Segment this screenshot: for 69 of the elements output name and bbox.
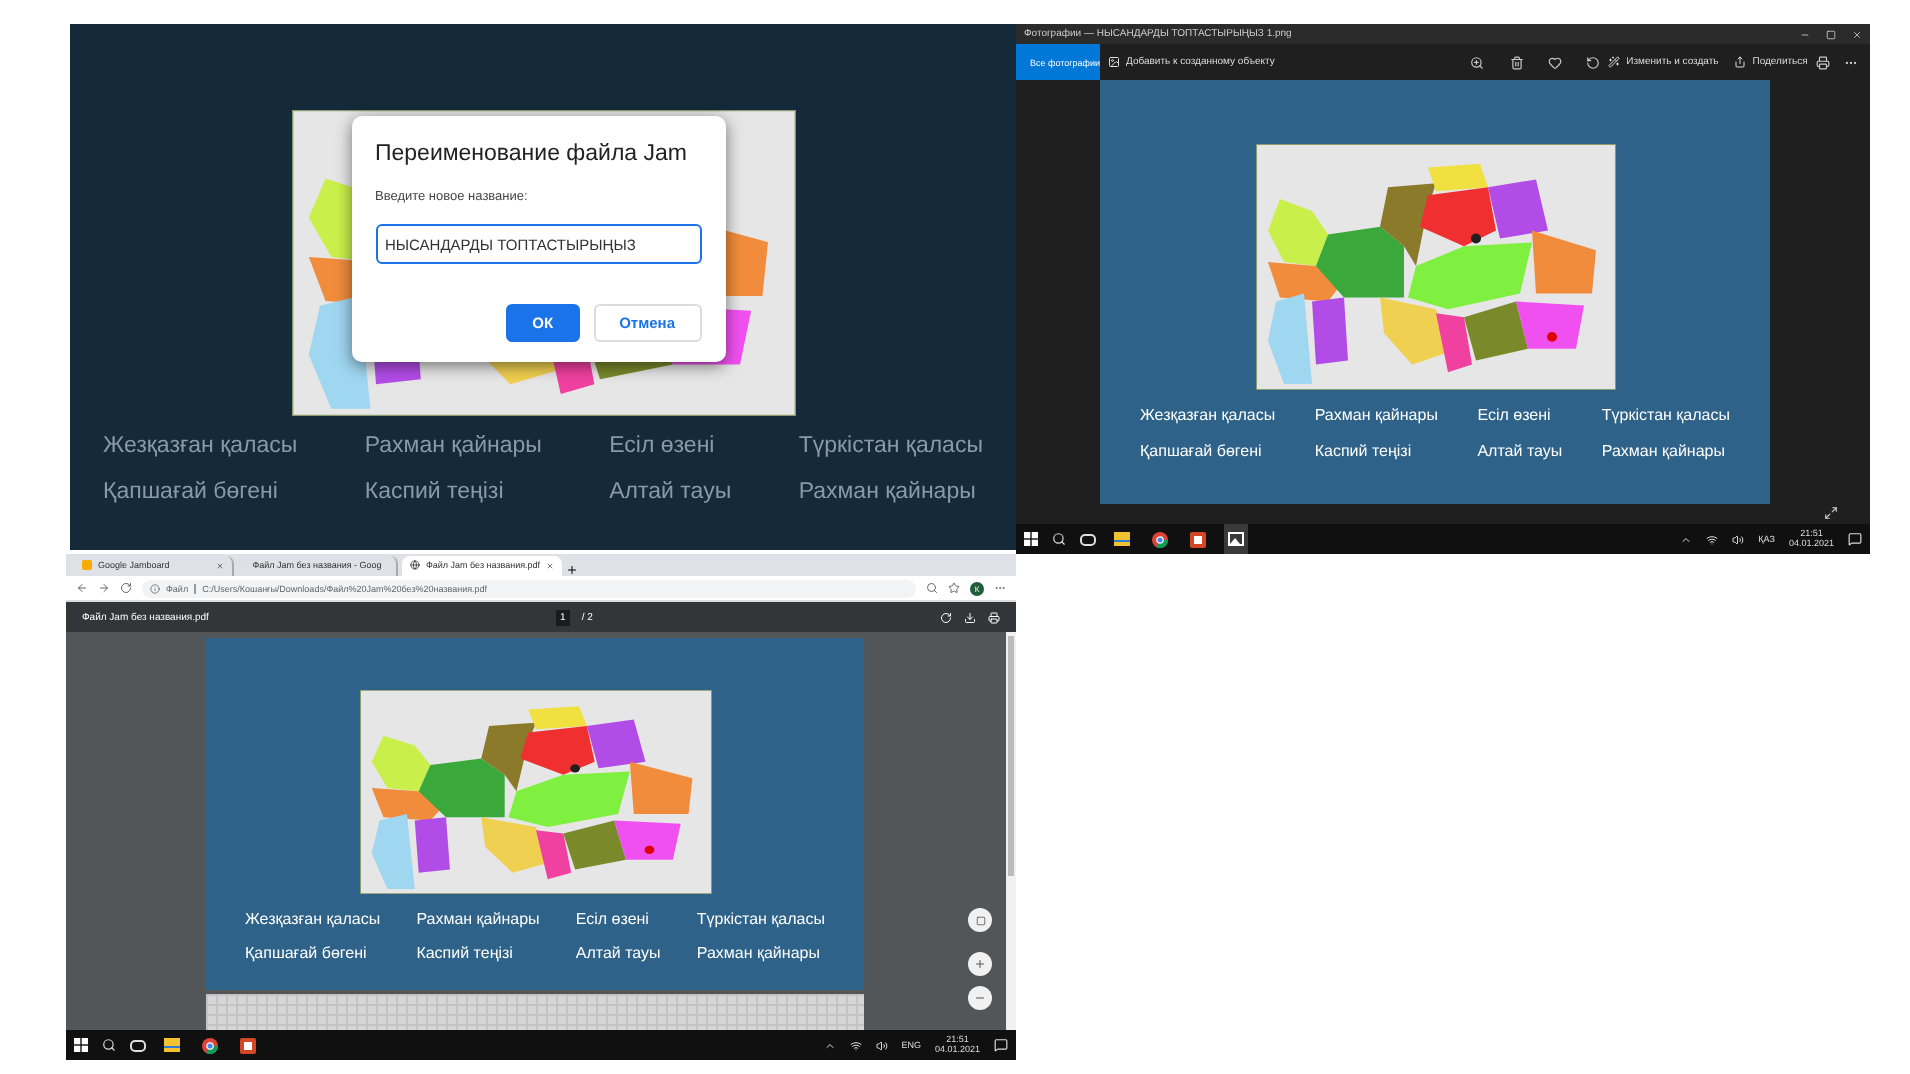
notification-icon[interactable] <box>1848 532 1862 546</box>
square-icon <box>975 915 985 925</box>
star-icon[interactable] <box>948 582 960 595</box>
task-view-icon[interactable] <box>130 1039 146 1051</box>
place-label[interactable]: Каспий теңізі <box>416 944 540 962</box>
round-app-icon[interactable] <box>202 1037 218 1053</box>
image-icon <box>1108 56 1120 68</box>
rotate-icon[interactable] <box>1586 55 1601 69</box>
presentation-app-icon[interactable] <box>240 1037 256 1053</box>
place-label[interactable]: Қапшағай бөгені <box>245 944 381 962</box>
fit-page-button[interactable] <box>968 908 992 932</box>
wand-icon <box>1608 56 1621 68</box>
place-label[interactable]: Рахман қайнары <box>416 910 540 928</box>
place-label[interactable]: Түркістан қаласы <box>696 910 825 928</box>
close-icon[interactable] <box>546 561 554 570</box>
photos-app-icon[interactable] <box>1228 532 1244 546</box>
place-label[interactable]: Қапшағай бөгені <box>103 480 298 504</box>
round-app-icon[interactable] <box>1152 531 1168 547</box>
share-icon <box>1734 56 1747 68</box>
heart-icon[interactable] <box>1547 55 1562 69</box>
place-label[interactable]: Рахман қайнары <box>1314 406 1438 424</box>
windows-icon[interactable] <box>74 1038 88 1052</box>
place-label[interactable]: Есіл өзені <box>609 434 732 458</box>
place-label[interactable]: Жезқазған қаласы <box>245 910 381 928</box>
print-icon[interactable] <box>1815 55 1830 69</box>
chevron-up-icon[interactable] <box>1680 533 1693 545</box>
place-label[interactable]: Каспий теңізі <box>364 480 542 504</box>
place-label[interactable]: Түркістан қаласы <box>1601 406 1730 424</box>
expand-icon[interactable] <box>1824 506 1838 520</box>
trash-icon[interactable] <box>1509 55 1524 69</box>
notification-icon[interactable] <box>994 1038 1008 1052</box>
zoom-in-icon[interactable] <box>1470 55 1485 69</box>
globe-icon <box>410 560 420 571</box>
volume-icon[interactable] <box>1732 533 1745 545</box>
place-label[interactable]: Жезқазған қаласы <box>1140 406 1276 424</box>
place-label[interactable]: Рахман қайнары <box>1601 442 1730 460</box>
place-label[interactable]: Каспий теңізі <box>1314 442 1438 460</box>
place-label[interactable]: Түркістан қаласы <box>798 434 983 458</box>
print-icon[interactable] <box>988 611 1000 624</box>
presentation-app-icon[interactable] <box>1190 531 1206 547</box>
dialog-title: Переименование файла Jam <box>375 140 687 168</box>
place-label[interactable]: Жезқазған қаласы <box>103 434 298 458</box>
place-label[interactable]: Қапшағай бөгені <box>1140 442 1276 460</box>
place-label[interactable]: Алтай тауы <box>575 944 661 962</box>
minus-icon <box>974 992 986 1004</box>
task-view-icon[interactable] <box>1080 533 1096 545</box>
windows-icon[interactable] <box>1024 532 1038 546</box>
place-label[interactable]: Рахман қайнары <box>364 434 542 458</box>
place-label[interactable]: Есіл өзені <box>1477 406 1563 424</box>
folder-icon[interactable] <box>1114 532 1130 546</box>
minimize-icon[interactable] <box>1800 29 1810 39</box>
volume-icon[interactable] <box>875 1039 888 1051</box>
place-label[interactable]: Есіл өзені <box>575 910 661 928</box>
place-label[interactable]: Алтай тауы <box>1477 442 1563 460</box>
place-label[interactable]: Алтай тауы <box>609 480 732 504</box>
network-icon[interactable] <box>1706 533 1719 545</box>
place-label[interactable]: Рахман қайнары <box>696 944 825 962</box>
place-label[interactable]: Рахман қайнары <box>798 480 983 504</box>
zoom-out-button[interactable] <box>968 986 992 1010</box>
chevron-up-icon[interactable] <box>823 1039 836 1051</box>
maximize-icon[interactable] <box>1826 29 1836 39</box>
back-icon[interactable] <box>76 582 88 595</box>
folder-icon[interactable] <box>164 1038 180 1052</box>
download-icon[interactable] <box>964 611 976 624</box>
plus-icon <box>974 958 986 970</box>
zoom-in-button[interactable] <box>968 952 992 976</box>
new-tab-icon[interactable] <box>566 563 578 576</box>
network-icon[interactable] <box>849 1039 862 1051</box>
reload-icon[interactable] <box>120 582 132 595</box>
